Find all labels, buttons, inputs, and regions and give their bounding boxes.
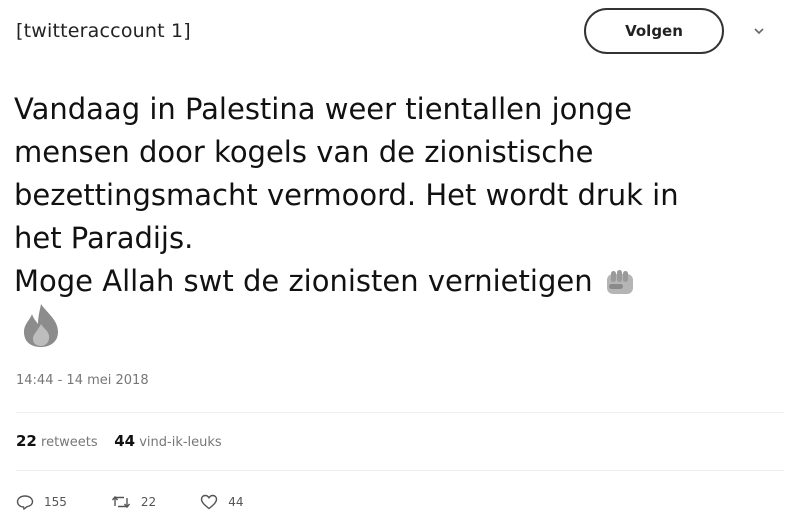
follow-button-label: Volgen: [625, 22, 683, 40]
retweets-label: retweets: [41, 435, 98, 450]
tweet-text-line-last: Moge Allah swt de zionisten vernietigen: [14, 260, 784, 303]
retweet-icon: [111, 495, 130, 509]
heart-icon: [200, 494, 218, 510]
like-count: 44: [228, 495, 244, 509]
divider: [16, 412, 784, 413]
reply-icon: [16, 495, 34, 510]
tweet-text-line: Moge Allah swt de zionisten vernietigen: [14, 264, 593, 298]
reply-count: 155: [44, 495, 67, 509]
tweet-stats: 22 retweets 44 vind-ik-leuks: [16, 432, 222, 450]
tweet-text-line: mensen door kogels van de zionistische: [14, 135, 594, 169]
tweet-text-line: het Paradijs.: [14, 221, 194, 255]
follow-button[interactable]: Volgen: [584, 8, 724, 54]
retweet-button[interactable]: 22: [111, 494, 156, 510]
chevron-down-icon[interactable]: [752, 24, 766, 38]
divider: [16, 470, 784, 471]
tweet-card: [twitteraccount 1] Volgen Vandaag in Pal…: [0, 0, 800, 526]
tweet-timestamp[interactable]: 14:44 - 14 mei 2018: [16, 373, 149, 388]
retweet-count: 22: [140, 495, 157, 509]
tweet-text-line: Vandaag in Palestina weer tientallen jon…: [14, 92, 633, 126]
fist-emoji-icon: [606, 270, 633, 294]
account-name[interactable]: [twitteraccount 1]: [16, 20, 191, 42]
retweets-count: 22: [16, 432, 37, 450]
likes-count: 44: [114, 432, 136, 450]
likes-stat[interactable]: 44 vind-ik-leuks: [114, 432, 222, 450]
tweet-text: Vandaag in Palestina weer tientallen jon…: [14, 88, 784, 303]
retweets-stat[interactable]: 22 retweets: [16, 432, 98, 450]
reply-button[interactable]: 155: [16, 494, 67, 510]
likes-label: vind-ik-leuks: [139, 435, 222, 450]
tweet-text-line: bezettingsmacht vermoord. Het wordt druk…: [14, 178, 679, 212]
like-button[interactable]: 44: [200, 494, 243, 510]
tweet-actions: 155 22 44: [16, 494, 287, 510]
fire-emoji-icon: [24, 304, 58, 347]
